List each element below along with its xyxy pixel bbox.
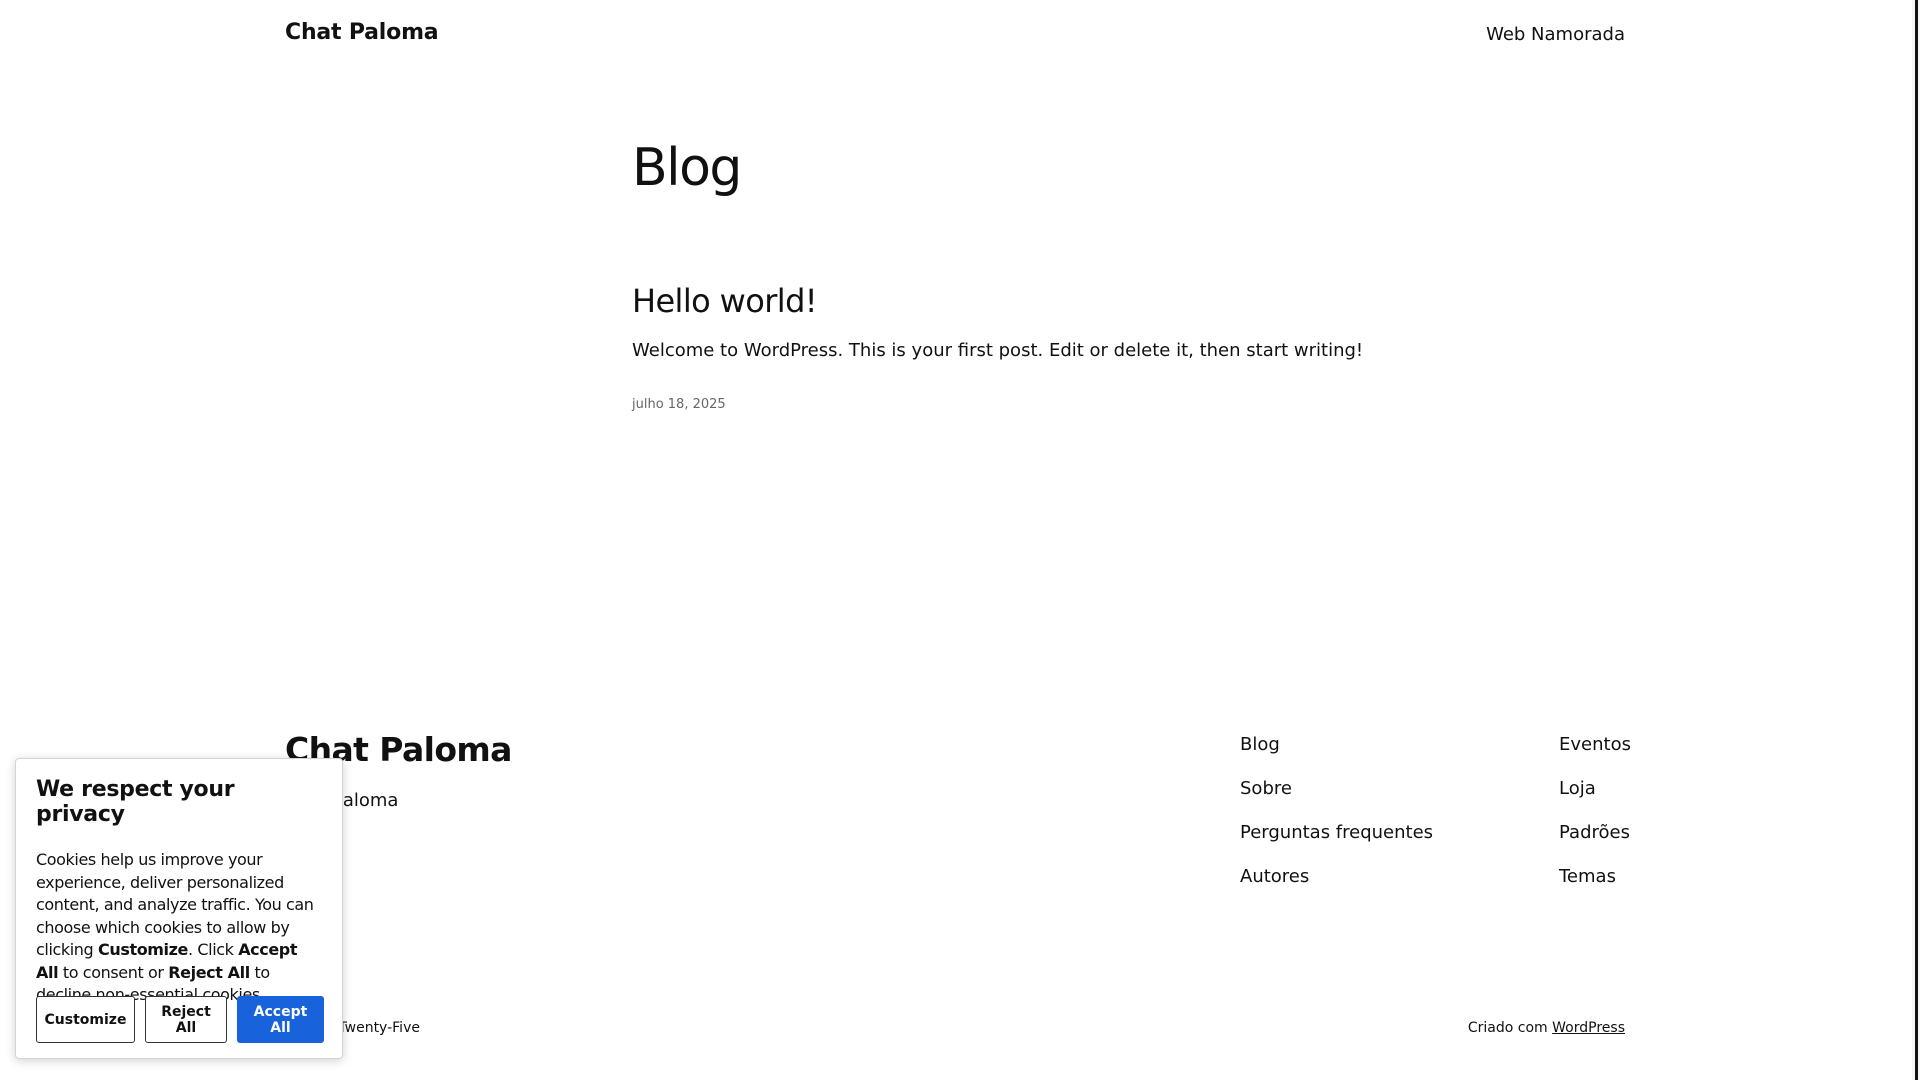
nav-link-web-namorada[interactable]: Web Namorada (1486, 24, 1625, 45)
footer-link-loja[interactable]: Loja (1559, 774, 1631, 818)
post-date: julho 18, 2025 (632, 397, 726, 412)
cookie-text-reject: Reject All (168, 962, 250, 982)
reject-all-button[interactable]: Reject All (145, 996, 227, 1043)
footer-wordpress-credit: Criado com WordPress (1468, 1020, 1625, 1036)
footer-nav-column-1: Blog Sobre Perguntas frequentes Autores (1240, 730, 1433, 906)
page: Chat Paloma Web Namorada Blog Hello worl… (0, 0, 1920, 1080)
post-excerpt: Welcome to WordPress. This is your first… (632, 340, 1364, 361)
footer-link-padroes[interactable]: Padrões (1559, 818, 1631, 862)
cookie-text-part: to consent or (58, 962, 169, 982)
cookie-banner-text: Cookies help us improve your experience,… (36, 849, 322, 1007)
footer-link-sobre[interactable]: Sobre (1240, 774, 1433, 818)
vertical-scrollbar[interactable] (1912, 0, 1920, 1080)
footer-wordpress-link[interactable]: WordPress (1552, 1020, 1625, 1036)
footer-link-temas[interactable]: Temas (1559, 862, 1631, 906)
footer-credit-prefix: Criado com (1467, 1020, 1548, 1036)
footer-link-perguntas-frequentes[interactable]: Perguntas frequentes (1240, 818, 1433, 862)
footer-link-autores[interactable]: Autores (1240, 862, 1433, 906)
cookie-text-customize: Customize (97, 940, 189, 959)
footer-nav-column-2: Eventos Loja Padrões Temas (1559, 730, 1631, 906)
accept-all-button[interactable]: Accept All (237, 996, 324, 1043)
cookie-consent-banner: We respect your privacy Cookies help us … (15, 758, 343, 1059)
cookie-banner-title: We respect your privacy (36, 777, 235, 827)
footer-link-eventos[interactable]: Eventos (1559, 730, 1631, 774)
page-title: Blog (632, 138, 742, 198)
post-title[interactable]: Hello world! (632, 283, 818, 319)
footer-link-blog[interactable]: Blog (1240, 730, 1433, 774)
cookie-text-part: . Click (188, 940, 239, 959)
site-title[interactable]: Chat Paloma (285, 20, 439, 45)
customize-button[interactable]: Customize (36, 996, 135, 1043)
cookie-button-group: Customize Reject All Accept All (36, 996, 324, 1043)
scrollbar-thumb[interactable] (1915, 0, 1918, 1080)
